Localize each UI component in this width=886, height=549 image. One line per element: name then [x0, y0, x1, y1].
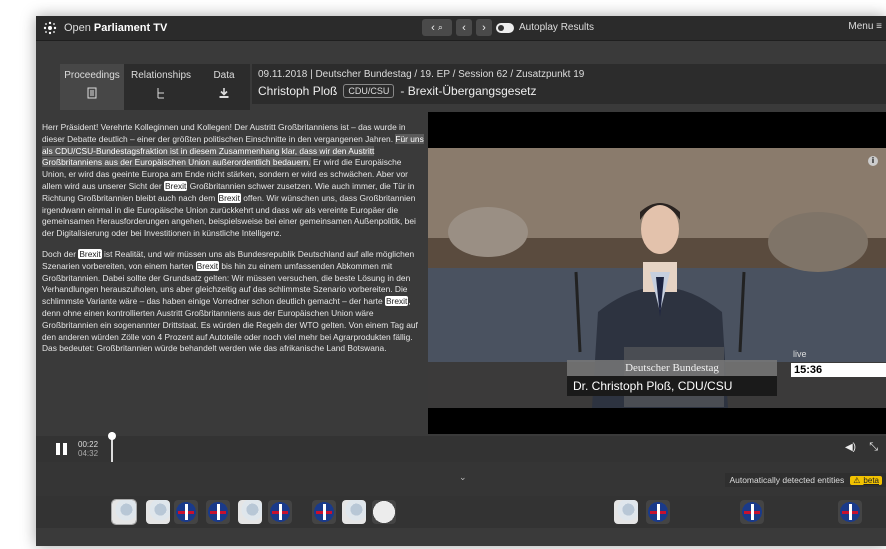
flag-icon[interactable] [646, 500, 670, 524]
prev-result-button[interactable]: ‹ [456, 19, 472, 36]
chevron-left-icon: ‹ [462, 21, 466, 34]
app-window: Open Parliament TV ‹ ⌕ ‹ › Autoplay Resu… [36, 16, 886, 546]
speech-topic: - Brexit-Übergangsgesetz [400, 84, 537, 98]
brand[interactable]: Open Parliament TV [42, 20, 167, 36]
flag-icon[interactable] [740, 500, 764, 524]
chevron-left-icon: ‹ [431, 21, 435, 34]
entity-highlight[interactable]: Brexit [78, 248, 102, 259]
transcript-paragraph: Doch der Brexit ist Realität, und wir mü… [42, 248, 426, 355]
transcript-text: Doch der [42, 248, 79, 259]
player-controls: 00:22 04:32 ◀) ⤡ [36, 432, 886, 462]
entity-highlight[interactable]: Brexit [384, 296, 409, 307]
flag-icon[interactable] [268, 500, 292, 524]
chevron-down-icon[interactable]: ⌄ [459, 472, 467, 483]
beta-badge[interactable]: ⚠ beta [850, 475, 882, 485]
tab-relationships[interactable]: Relationships [124, 64, 198, 110]
time-display: 00:22 04:32 [78, 440, 98, 458]
flag-icon[interactable] [174, 500, 198, 524]
tab-label: Data [213, 70, 235, 81]
globe-icon[interactable] [238, 500, 262, 524]
back-to-search-button[interactable]: ‹ ⌕ [422, 19, 452, 36]
globe-icon[interactable] [146, 500, 170, 524]
broadcast-clock: 15:36 [791, 363, 886, 377]
transcript-panel[interactable]: Herr Präsident! Verehrte Kolleginnen und… [42, 122, 426, 442]
lower-third-speaker: Dr. Christoph Ploß, CDU/CSU [567, 376, 777, 396]
current-time: 00:22 [78, 440, 99, 449]
warning-icon: ⚠ [853, 475, 861, 485]
document-icon [87, 87, 97, 99]
entity-highlight[interactable]: Brexit [195, 260, 220, 271]
next-result-button[interactable]: › [476, 19, 492, 36]
autoplay-toggle[interactable] [496, 22, 514, 33]
entity-bar: ⌄ Automatically detected entities ⚠ beta [36, 462, 886, 496]
tab-label: Proceedings [64, 70, 120, 81]
progress-handle[interactable] [108, 432, 116, 462]
speaker-line: Christoph Ploß CDU/CSU - Brexit-Übergang… [258, 84, 536, 98]
entity-highlight[interactable]: Brexit [163, 180, 188, 191]
lower-third: Deutscher Bundestag Dr. Christoph Ploß, … [567, 360, 777, 400]
tab-proceedings[interactable]: Proceedings [60, 64, 124, 110]
volume-icon[interactable]: ◀) [845, 442, 856, 453]
globe-icon[interactable] [342, 500, 366, 524]
transcript-paragraph: Herr Präsident! Verehrte Kolleginnen und… [42, 122, 426, 240]
flag-icon[interactable] [838, 500, 862, 524]
session-meta: 09.11.2018 | Deutscher Bundestag / 19. E… [258, 69, 585, 80]
search-icon: ⌕ [437, 22, 443, 32]
tab-label: Relationships [130, 70, 192, 81]
total-time: 04:32 [78, 449, 99, 458]
flag-icon[interactable] [206, 500, 230, 524]
pause-icon[interactable] [56, 443, 68, 455]
party-badge[interactable]: CDU/CSU [343, 84, 395, 98]
entity-thumbnails [36, 496, 886, 528]
flag-icon[interactable] [312, 500, 336, 524]
speech-header: 09.11.2018 | Deutscher Bundestag / 19. E… [252, 64, 886, 104]
entity-icon[interactable] [372, 500, 396, 524]
logo-icon [43, 21, 57, 35]
download-icon [219, 88, 229, 98]
live-label: live [793, 349, 807, 359]
autoplay-label: Autoplay Results [519, 22, 595, 33]
tab-data[interactable]: Data [198, 64, 250, 110]
auto-detected-info: Automatically detected entities ⚠ beta [725, 473, 886, 487]
speaker-name[interactable]: Christoph Ploß [258, 84, 337, 98]
beta-link[interactable]: beta [863, 476, 879, 485]
entity-highlight[interactable]: Brexit [217, 192, 241, 203]
top-bar: Open Parliament TV ‹ ⌕ ‹ › Autoplay Resu… [36, 16, 886, 41]
sidebar-tabs: Proceedings Relationships Data [60, 64, 250, 110]
search-nav: ‹ ⌕ ‹ › Autoplay Results [422, 19, 594, 36]
brand-bold: Parliament TV [93, 22, 168, 34]
video-player[interactable]: i Deutscher Bundestag Dr. Christoph Ploß… [428, 112, 886, 434]
menu-button[interactable]: Menu ≡ [848, 21, 882, 32]
globe-icon[interactable] [111, 499, 137, 525]
lower-third-institution: Deutscher Bundestag [567, 360, 777, 376]
auto-detected-label: Automatically detected entities [729, 475, 845, 485]
info-icon[interactable]: i [868, 156, 878, 166]
transcript-text: Herr Präsident! Verehrte Kolleginnen und… [42, 122, 406, 144]
brand-light: Open [64, 22, 91, 34]
chevron-right-icon: › [482, 21, 486, 34]
hierarchy-icon [157, 88, 164, 99]
fullscreen-icon[interactable]: ⤡ [869, 441, 878, 454]
globe-icon[interactable] [614, 500, 638, 524]
